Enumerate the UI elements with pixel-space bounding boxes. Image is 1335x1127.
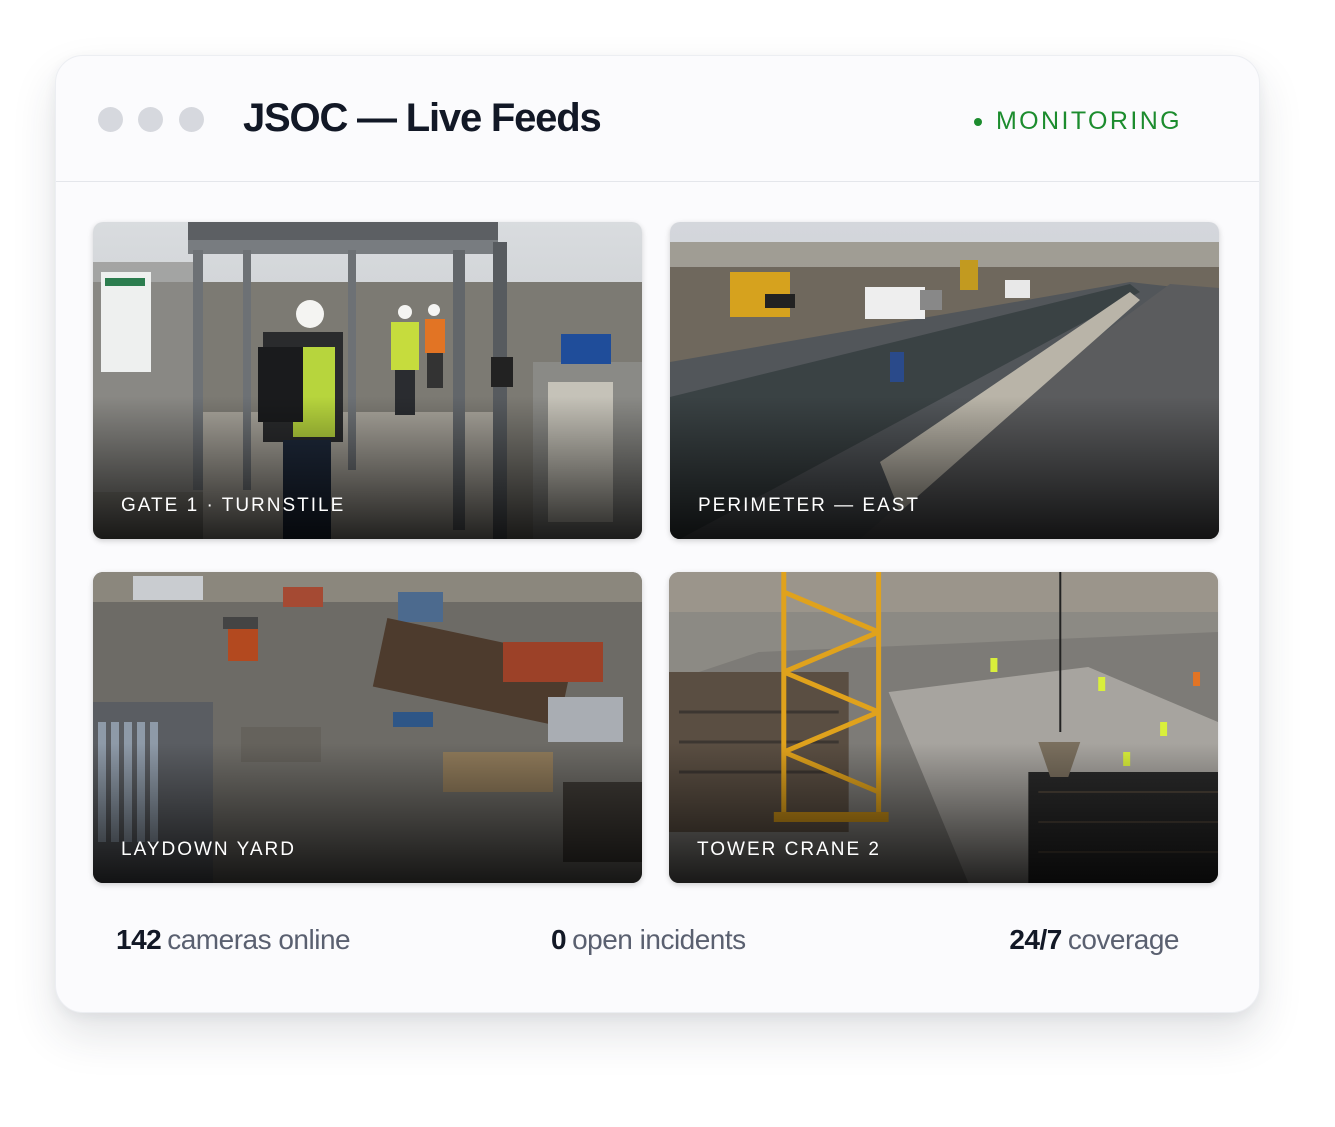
monitoring-status: MONITORING [973,107,1182,136]
window-maximize-dot[interactable] [179,107,204,132]
stat-value: 24/7 [1009,924,1062,955]
stat-value: 142 [116,924,162,955]
stat-label: coverage [1067,924,1180,955]
status-label: MONITORING [995,107,1182,135]
stat-value: 0 [551,924,567,955]
camera-image-perimeter [670,222,1219,539]
stat-open-incidents: 0 open incidents [551,924,746,956]
camera-image-tower-crane [669,572,1218,883]
stat-label: cameras online [167,924,351,955]
status-dot-icon [973,117,982,126]
title-bar: JSOC — Live Feeds MONITORING [56,56,1259,182]
window-close-dot[interactable] [98,107,123,132]
window-minimize-dot[interactable] [138,107,163,132]
camera-image-turnstile [93,222,642,539]
page-title: JSOC — Live Feeds [243,96,602,140]
feed-label: TOWER CRANE 2 [697,839,882,860]
camera-image-laydown-yard [93,572,642,883]
stat-label: open incidents [572,924,746,955]
camera-feed-tower-crane-2[interactable]: TOWER CRANE 2 [669,572,1218,883]
stat-coverage: 24/7 coverage [1009,924,1179,956]
feed-label: PERIMETER — EAST [698,495,921,516]
camera-feed-perimeter-east[interactable]: PERIMETER — EAST [670,222,1219,539]
feed-label: LAYDOWN YARD [121,839,296,860]
camera-feed-gate-1[interactable]: GATE 1 · TURNSTILE [93,222,642,539]
feed-label: GATE 1 · TURNSTILE [121,495,346,516]
live-feeds-window: JSOC — Live Feeds MONITORING GATE 1 · TU… [55,55,1260,1013]
stat-cameras-online: 142 cameras online [116,924,351,956]
camera-feed-laydown-yard[interactable]: LAYDOWN YARD [93,572,642,883]
